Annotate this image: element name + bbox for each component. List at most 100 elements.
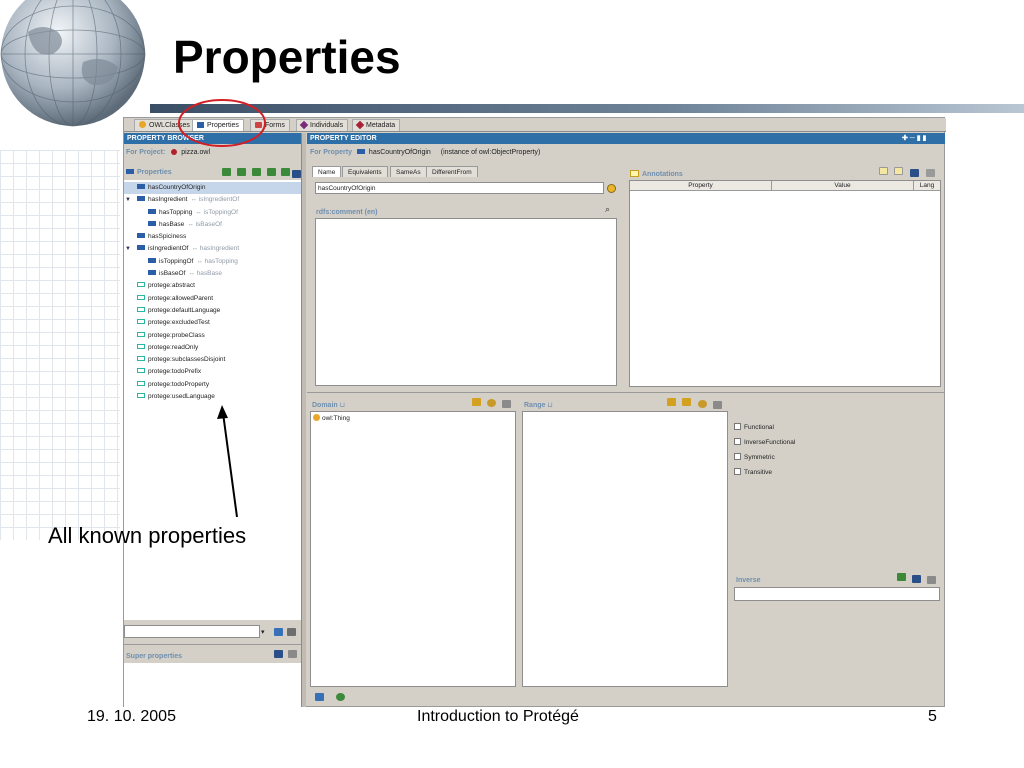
metadata-icon[interactable] — [336, 693, 345, 701]
property-tree-item[interactable]: hasBase ↔ isBaseOf — [124, 219, 301, 231]
remove-inverse-icon[interactable] — [927, 576, 936, 584]
property-tree-item[interactable]: protege:readOnly — [124, 342, 301, 354]
comment-textarea[interactable] — [315, 218, 617, 386]
object-property-icon — [148, 270, 156, 276]
property-tree-item[interactable]: protege:defaultLanguage — [124, 305, 301, 317]
property-tree-item[interactable]: protege:excludedTest — [124, 317, 301, 329]
dropdown-arrow-icon[interactable]: ▾ — [261, 628, 265, 636]
tab-sameas[interactable]: SameAs — [390, 166, 427, 177]
inverse-property-label: ↔ isBaseOf — [187, 220, 222, 228]
property-tree-item[interactable]: ▼ hasIngredient ↔ isIngredientOf — [124, 194, 301, 206]
property-tree-item-label: hasSpiciness — [148, 233, 187, 241]
diamond-icon — [299, 120, 309, 130]
delete-annotation-icon[interactable] — [926, 169, 935, 177]
inverse-property-label: ↔ hasIngredient — [191, 245, 240, 253]
window-controls[interactable]: ✚ ─ ▮ ▮ — [902, 134, 926, 142]
add-range-class-icon[interactable] — [667, 398, 676, 406]
note-icon — [630, 170, 639, 177]
remove-super-property-icon[interactable] — [288, 650, 297, 658]
edit-annotation-icon[interactable] — [894, 167, 903, 175]
property-tree-item[interactable]: protege:abstract — [124, 280, 301, 292]
property-tree-item[interactable]: protege:allowedParent — [124, 293, 301, 305]
tab-differentfrom[interactable]: DifferentFrom — [426, 166, 478, 177]
add-annotation-property-icon[interactable] — [910, 169, 919, 177]
remove-domain-icon[interactable] — [502, 400, 511, 408]
property-tree-item[interactable]: isToppingOf ↔ hasTopping — [124, 256, 301, 268]
tab-equivalents[interactable]: Equivalents — [342, 166, 388, 177]
property-tree-item-label: hasIngredient — [148, 196, 188, 204]
property-tree-item-label: protege:excludedTest — [148, 319, 210, 327]
column-header-value[interactable]: Value — [772, 181, 914, 191]
add-annotation-icon[interactable] — [879, 167, 888, 175]
property-tree-item[interactable]: hasSpiciness — [124, 231, 301, 243]
functional-checkbox[interactable]: Functional — [734, 423, 774, 431]
property-tree-item-label: hasTopping — [159, 208, 193, 216]
property-tree-item[interactable]: protege:todoProperty — [124, 379, 301, 391]
property-icon — [126, 169, 134, 174]
property-search-input[interactable] — [124, 625, 260, 638]
super-properties-list — [124, 663, 301, 707]
column-header-lang[interactable]: Lang — [914, 181, 940, 191]
highlight-circle — [178, 99, 266, 147]
create-property-icon[interactable] — [222, 168, 231, 176]
add-to-project-icon[interactable] — [315, 693, 324, 701]
property-tree-item[interactable]: protege:probeClass — [124, 330, 301, 342]
inverse-functional-checkbox[interactable]: InverseFunctional — [734, 438, 795, 446]
property-tree-item[interactable]: hasCountryOfOrigin — [124, 182, 301, 195]
for-project-label: For Project: pizza.owl — [126, 149, 210, 156]
add-inverse-icon[interactable] — [912, 575, 921, 583]
object-property-icon — [137, 196, 145, 202]
create-property-alt-icon[interactable] — [281, 168, 290, 176]
tab-metadata[interactable]: Metadata — [352, 119, 401, 131]
circle-icon — [139, 121, 146, 128]
property-tree-item-label: protege:probeClass — [148, 331, 205, 339]
property-tree-item[interactable]: protege:usedLanguage — [124, 391, 301, 403]
property-tree-item-label: protege:todoProperty — [148, 380, 210, 388]
find-icon[interactable] — [274, 628, 283, 636]
add-domain-class-icon[interactable] — [472, 398, 481, 406]
delete-property-icon[interactable] — [292, 170, 301, 178]
tab-name[interactable]: Name — [312, 166, 342, 177]
property-tree-item-label: protege:usedLanguage — [148, 393, 215, 401]
expand-triangle-icon[interactable]: ▼ — [125, 194, 131, 206]
property-icon — [356, 149, 365, 154]
property-tree-item[interactable]: ▼ isIngredientOf ↔ hasIngredient — [124, 243, 301, 255]
property-tree-item-label: hasCountryOfOrigin — [148, 184, 206, 191]
property-tree-item[interactable]: isBaseOf ↔ hasBase — [124, 268, 301, 280]
create-subproperty-icon[interactable] — [267, 168, 276, 176]
for-property-label: For Property hasCountryOfOrigin (instanc… — [310, 149, 541, 156]
slide: Properties OWLClasses Properties Forms I… — [0, 0, 1024, 768]
add-super-property-icon[interactable] — [274, 650, 283, 658]
tab-individuals[interactable]: Individuals — [296, 119, 349, 131]
symmetric-checkbox[interactable]: Symmetric — [734, 453, 775, 461]
create-datatype-property-icon[interactable] — [237, 168, 246, 176]
object-property-icon — [148, 257, 156, 263]
property-tree-item[interactable]: protege:todoPrefix — [124, 366, 301, 378]
remove-range-icon[interactable] — [713, 401, 722, 409]
annotations-table: Property Value Lang — [629, 180, 941, 387]
annotation-arrow — [217, 405, 238, 518]
property-tree-item[interactable]: hasTopping ↔ isToppingOf — [124, 207, 301, 219]
create-annotation-property-icon[interactable] — [252, 168, 261, 176]
property-tree-item-label: isBaseOf — [159, 270, 186, 278]
object-property-icon — [137, 245, 145, 251]
search-icon[interactable]: ⌕ — [605, 204, 610, 215]
property-name-field[interactable]: hasCountryOfOrigin — [315, 182, 604, 194]
column-header-property[interactable]: Property — [630, 181, 772, 191]
background-grid — [0, 150, 120, 540]
transitive-checkbox[interactable]: Transitive — [734, 468, 772, 476]
inverse-field[interactable] — [734, 587, 940, 601]
range-expression-icon[interactable] — [698, 400, 707, 408]
add-range-restriction-icon[interactable] — [682, 398, 691, 406]
property-tree-item-label: protege:allowedParent — [148, 294, 214, 302]
list-icon[interactable] — [287, 628, 296, 636]
create-inverse-icon[interactable] — [897, 573, 906, 581]
expand-triangle-icon[interactable]: ▼ — [125, 243, 131, 255]
inverse-property-label: ↔ hasTopping — [196, 257, 238, 265]
property-tree-item[interactable]: protege:subclassesDisjoint — [124, 354, 301, 366]
lang-icon[interactable] — [607, 184, 616, 193]
domain-item[interactable]: owl:Thing — [313, 414, 350, 422]
annotations-label: Annotations — [630, 170, 683, 178]
add-domain-restriction-icon[interactable] — [487, 399, 496, 407]
splitter[interactable] — [301, 133, 306, 707]
